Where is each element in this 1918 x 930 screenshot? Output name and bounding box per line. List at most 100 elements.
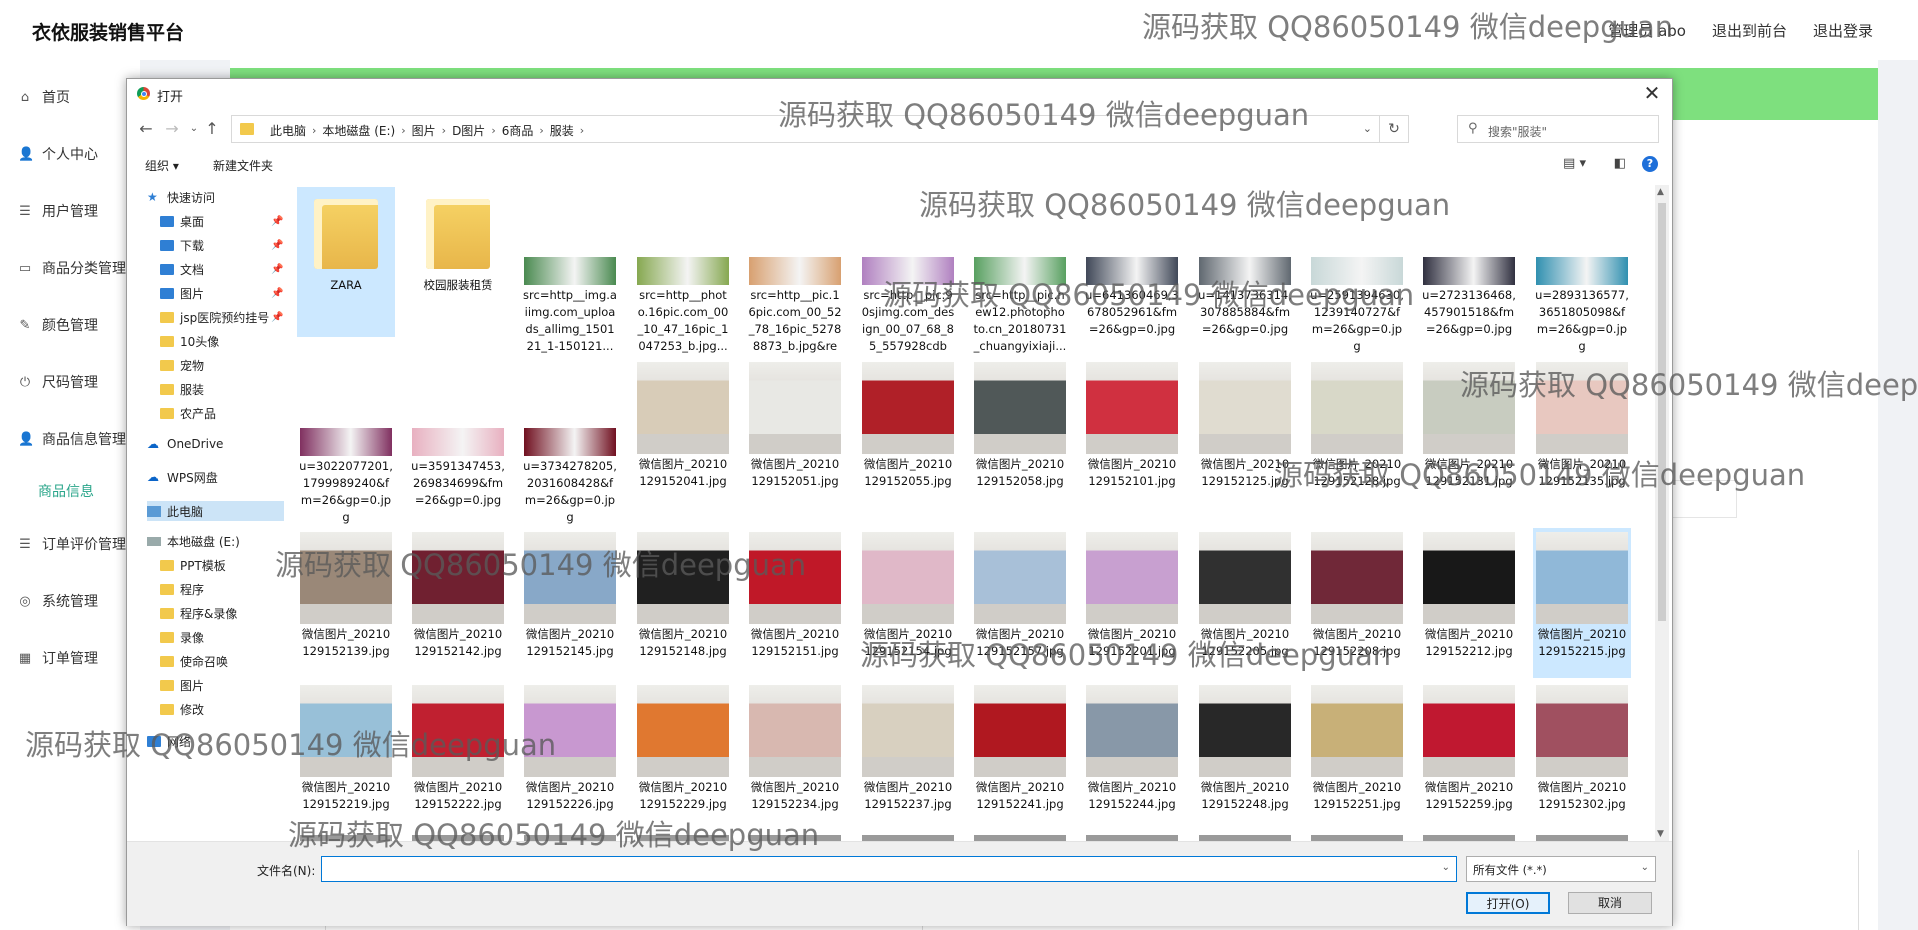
file-tile[interactable]: 微信图片_20210129152101.jpg: [1083, 358, 1181, 490]
file-tile[interactable]: 微信图片_20210129152215.jpg: [1533, 528, 1631, 678]
file-tile[interactable]: 微信图片_20210129152157.jpg: [971, 528, 1069, 660]
nav-item[interactable]: 修改: [160, 701, 204, 718]
back-to-front-link[interactable]: 退出到前台: [1712, 20, 1787, 41]
view-options-icon[interactable]: ▤ ▾: [1563, 156, 1586, 171]
nav-item[interactable]: 图片: [160, 677, 204, 694]
nav-item[interactable]: 录像: [160, 629, 204, 646]
file-tile[interactable]: src=http__pic.90sjimg.com_design_00_07_6…: [859, 187, 957, 355]
breadcrumb-item[interactable]: 此电脑: [270, 122, 306, 139]
open-button[interactable]: 打开(O): [1466, 892, 1550, 914]
sidebar-item[interactable]: ▭ 商品分类管理: [18, 258, 126, 278]
sidebar-item[interactable]: ▦ 订单管理: [18, 648, 98, 668]
scrollbar-thumb[interactable]: [1658, 203, 1666, 621]
file-tile[interactable]: 微信图片_20210129152151.jpg: [746, 528, 844, 660]
file-tile[interactable]: 微信图片_20210129152201.jpg: [1083, 528, 1181, 660]
file-tile[interactable]: 微信图片_20210129152244.jpg: [1083, 681, 1181, 813]
nav-item[interactable]: 服装: [160, 381, 204, 398]
chevron-down-icon[interactable]: ⌄: [1363, 122, 1372, 135]
file-tile[interactable]: 微信图片_20210129152135.jpg: [1533, 358, 1631, 490]
file-tile[interactable]: u=3591347453,269834699&fm=26&gp=0.jpg: [409, 358, 507, 509]
file-tile[interactable]: 微信图片_20210129152222.jpg: [409, 681, 507, 813]
refresh-icon[interactable]: ↻: [1379, 116, 1408, 142]
back-arrow-icon[interactable]: ←: [137, 119, 155, 139]
file-tile[interactable]: 微信图片_20210129152208.jpg: [1308, 528, 1406, 660]
file-tile[interactable]: u=3022077201,1799989240&fm=26&gp=0.jpg: [297, 358, 395, 526]
breadcrumb-separator[interactable]: ›: [580, 124, 584, 137]
nav-item[interactable]: 下载 📌: [160, 237, 283, 254]
file-tile[interactable]: 微信图片_20210129152226.jpg: [521, 681, 619, 813]
sidebar-item[interactable]: ⌂ 首页: [18, 87, 70, 107]
breadcrumb-item[interactable]: 图片: [412, 122, 436, 139]
up-arrow-icon[interactable]: ↑: [203, 119, 221, 139]
breadcrumb-separator[interactable]: ›: [539, 124, 543, 137]
breadcrumb-separator[interactable]: ›: [312, 124, 316, 137]
file-tile[interactable]: 微信图片_20210129152259.jpg: [1420, 681, 1518, 813]
nav-item[interactable]: 图片 📌: [160, 285, 283, 302]
file-tile[interactable]: 微信图片_20210129152154.jpg: [859, 528, 957, 660]
file-tile[interactable]: 微信图片_20210129152219.jpg: [297, 681, 395, 813]
file-tile[interactable]: u=2893136577,3651805098&fm=26&gp=0.jpg: [1533, 187, 1631, 355]
file-tile[interactable]: 微信图片_20210129152205.jpg: [1196, 528, 1294, 660]
file-tile[interactable]: 微信图片_20210129152148.jpg: [634, 528, 732, 660]
file-tile[interactable]: ZARA: [297, 187, 395, 337]
file-tile[interactable]: 微信图片_20210129152229.jpg: [634, 681, 732, 813]
nav-item[interactable]: 此电脑: [147, 501, 284, 521]
address-bar[interactable]: 此电脑 › 本地磁盘 (E:) › 图片 › D图片 › 6商品 › 服装 › ⌄ ↻: [231, 115, 1409, 143]
file-tile[interactable]: 微信图片_20210129152055.jpg: [859, 358, 957, 490]
nav-item[interactable]: 农产品: [160, 405, 216, 422]
vertical-scrollbar[interactable]: ▲ ▼: [1655, 185, 1669, 841]
nav-item[interactable]: 本地磁盘 (E:): [147, 533, 240, 550]
file-tile[interactable]: 微信图片_20210129152128.jpg: [1308, 358, 1406, 490]
file-tile[interactable]: u=2591394630,1239140727&fm=26&gp=0.jpg: [1308, 187, 1406, 355]
file-tile[interactable]: src=http__photo.16pic.com_00_10_47_16pic…: [634, 187, 732, 355]
breadcrumb-item[interactable]: D图片: [452, 122, 485, 139]
file-tile[interactable]: 微信图片_20210129152051.jpg: [746, 358, 844, 490]
sidebar-item[interactable]: ◎ 系统管理: [18, 591, 98, 611]
file-tile[interactable]: 微信图片_20210129152131.jpg: [1420, 358, 1518, 490]
file-tile[interactable]: 校园服装租赁: [409, 187, 507, 294]
sidebar-item[interactable]: ☰ 用户管理: [18, 201, 98, 221]
organize-button[interactable]: 组织 ▾: [145, 157, 179, 174]
file-tile[interactable]: 微信图片_20210129152234.jpg: [746, 681, 844, 813]
nav-item[interactable]: 程序&录像: [160, 605, 237, 622]
file-tile[interactable]: 微信图片_20210129152251.jpg: [1308, 681, 1406, 813]
logout-link[interactable]: 退出登录: [1813, 20, 1873, 41]
sidebar-item[interactable]: ✎ 颜色管理: [18, 315, 98, 335]
help-icon[interactable]: ?: [1642, 156, 1658, 172]
breadcrumb-item[interactable]: 本地磁盘 (E:): [322, 122, 395, 139]
filename-input[interactable]: ⌄: [321, 856, 1457, 882]
breadcrumb-separator[interactable]: ›: [401, 124, 405, 137]
sidebar-item[interactable]: 👤 商品信息管理: [18, 429, 126, 449]
file-tile[interactable]: src=http__pic.new12.photophoto.cn_201807…: [971, 187, 1069, 355]
preview-pane-icon[interactable]: ◧: [1614, 156, 1626, 171]
nav-item[interactable]: ☁ OneDrive: [147, 437, 223, 451]
cancel-button[interactable]: 取消: [1568, 892, 1652, 914]
sidebar-item[interactable]: 👤 个人中心: [18, 144, 98, 164]
file-tile[interactable]: 微信图片_20210129152145.jpg: [521, 528, 619, 660]
search-input[interactable]: ⚲ 搜索"服装": [1457, 115, 1659, 143]
file-tile[interactable]: u=641360469,3678052961&fm=26&gp=0.jpg: [1083, 187, 1181, 338]
breadcrumb-separator[interactable]: ›: [442, 124, 446, 137]
new-folder-button[interactable]: 新建文件夹: [213, 157, 273, 174]
file-tile[interactable]: u=2723136468,457901518&fm=26&gp=0.jpg: [1420, 187, 1518, 338]
nav-item[interactable]: jsp医院预约挂号 📌: [160, 309, 283, 326]
file-tile[interactable]: 微信图片_20210129152237.jpg: [859, 681, 957, 813]
close-icon[interactable]: ✕: [1640, 81, 1664, 105]
file-tile[interactable]: 微信图片_20210129152142.jpg: [409, 528, 507, 660]
breadcrumb-item[interactable]: 6商品: [502, 122, 534, 139]
forward-arrow-icon[interactable]: →: [163, 119, 181, 139]
file-tile[interactable]: 微信图片_20210129152139.jpg: [297, 528, 395, 660]
breadcrumb-separator[interactable]: ›: [491, 124, 495, 137]
file-tile[interactable]: 微信图片_20210129152212.jpg: [1420, 528, 1518, 660]
file-tile[interactable]: u=3734278205,2031608428&fm=26&gp=0.jpg: [521, 358, 619, 526]
file-tile[interactable]: u=1413736314,307885884&fm=26&gp=0.jpg: [1196, 187, 1294, 338]
nav-item[interactable]: PPT模板: [160, 557, 226, 574]
nav-item[interactable]: 桌面 📌: [160, 213, 283, 230]
recent-dropdown-icon[interactable]: ⌄: [185, 119, 203, 139]
nav-item[interactable]: 使命召唤: [160, 653, 228, 670]
nav-item[interactable]: 10头像: [160, 333, 219, 350]
sidebar-item[interactable]: ⏻ 尺码管理: [18, 372, 98, 392]
breadcrumb-item[interactable]: 服装: [550, 122, 574, 139]
nav-item[interactable]: 程序: [160, 581, 204, 598]
admin-user-link[interactable]: 管理员 abo: [1608, 20, 1686, 41]
